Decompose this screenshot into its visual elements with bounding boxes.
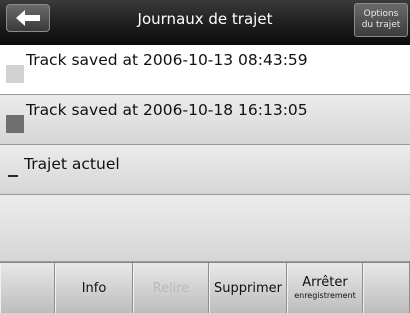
delete-button[interactable]: Supprimer bbox=[209, 263, 287, 313]
track-row[interactable]: Track saved at 2006-10-18 16:13:05 bbox=[0, 95, 410, 145]
options-label-line1: Options bbox=[363, 9, 399, 19]
back-button[interactable] bbox=[6, 4, 50, 32]
replay-button[interactable]: Relire bbox=[133, 263, 209, 313]
track-color-swatch bbox=[8, 175, 18, 177]
track-label: Track saved at 2006-10-18 16:13:05 bbox=[26, 101, 308, 119]
track-color-swatch bbox=[6, 115, 24, 133]
options-label-line2: du trajet bbox=[361, 20, 401, 30]
empty-toolbar-slot bbox=[363, 263, 410, 313]
info-button[interactable]: Info bbox=[55, 263, 133, 313]
empty-toolbar-slot bbox=[0, 263, 55, 313]
track-row[interactable]: Track saved at 2006-10-13 08:43:59 bbox=[0, 45, 410, 95]
back-arrow-icon bbox=[16, 10, 40, 26]
track-options-button[interactable]: Options du trajet bbox=[354, 3, 408, 37]
track-list: Track saved at 2006-10-13 08:43:59 Track… bbox=[0, 45, 410, 262]
stop-label-line2: enregistrement bbox=[294, 291, 356, 300]
current-track-row[interactable]: Trajet actuel bbox=[0, 145, 410, 195]
track-color-swatch bbox=[6, 65, 24, 83]
bottom-toolbar: Info Relire Supprimer Arrêter enregistre… bbox=[0, 262, 410, 313]
stop-recording-button[interactable]: Arrêter enregistrement bbox=[287, 263, 363, 313]
page-title: Journaux de trajet bbox=[137, 10, 273, 28]
stop-label-line1: Arrêter bbox=[302, 275, 348, 290]
track-label: Trajet actuel bbox=[24, 155, 120, 173]
empty-row bbox=[0, 195, 410, 262]
title-bar: Journaux de trajet Options du trajet bbox=[0, 0, 410, 45]
track-label: Track saved at 2006-10-13 08:43:59 bbox=[26, 51, 308, 69]
